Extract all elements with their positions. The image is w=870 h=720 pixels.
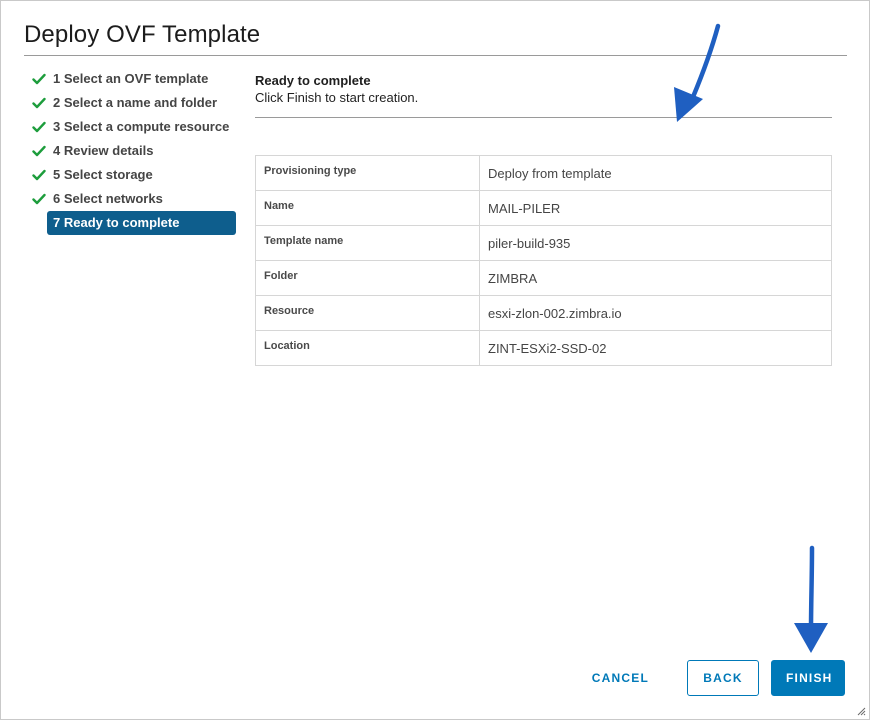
check-icon [32,121,46,133]
table-row: Resource esxi-zlon-002.zimbra.io [255,295,832,331]
step-label: 7 Ready to complete [53,215,180,230]
step-label: 1 Select an OVF template [53,71,209,86]
summary-key: Name [255,190,480,226]
back-button[interactable]: BACK [687,660,759,696]
table-row: Template name piler-build-935 [255,225,832,261]
step-select-networks[interactable]: 6 Select networks [29,187,239,211]
dialog-title: Deploy OVF Template [24,21,261,48]
step-label: 4 Review details [53,143,154,158]
summary-key: Resource [255,295,480,331]
summary-key: Location [255,330,480,366]
summary-key: Template name [255,225,480,261]
summary-key: Provisioning type [255,155,480,191]
title-divider [24,55,847,56]
deploy-ovf-dialog: Deploy OVF Template 1 Select an OVF temp… [0,0,870,720]
content-heading: Ready to complete [255,73,371,88]
cancel-button[interactable]: CANCEL [578,660,663,696]
summary-value: MAIL-PILER [479,190,832,226]
summary-key: Folder [255,260,480,296]
table-row: Folder ZIMBRA [255,260,832,296]
step-select-compute-resource[interactable]: 3 Select a compute resource [29,115,239,139]
check-icon [32,73,46,85]
step-select-storage[interactable]: 5 Select storage [29,163,239,187]
dialog-footer: CANCEL BACK FINISH [578,660,845,696]
table-row: Provisioning type Deploy from template [255,155,832,191]
check-icon [32,193,46,205]
check-icon [32,145,46,157]
table-row: Location ZINT-ESXi2-SSD-02 [255,330,832,366]
summary-value: ZIMBRA [479,260,832,296]
resize-grip-icon[interactable] [856,706,866,716]
summary-value: Deploy from template [479,155,832,191]
check-icon [32,169,46,181]
check-icon [32,97,46,109]
summary-value: ZINT-ESXi2-SSD-02 [479,330,832,366]
step-label: 5 Select storage [53,167,153,182]
summary-table: Provisioning type Deploy from template N… [255,155,832,366]
step-label: 2 Select a name and folder [53,95,218,110]
summary-value: esxi-zlon-002.zimbra.io [479,295,832,331]
step-ready-to-complete[interactable]: 7 Ready to complete [47,211,236,235]
table-row: Name MAIL-PILER [255,190,832,226]
arrow-annotation-icon [794,545,828,653]
content-subtitle: Click Finish to start creation. [255,90,419,105]
step-label: 3 Select a compute resource [53,119,230,134]
content-pane: Ready to complete Click Finish to start … [255,67,832,366]
summary-value: piler-build-935 [479,225,832,261]
step-select-ovf-template[interactable]: 1 Select an OVF template [29,67,239,91]
content-divider [255,117,832,118]
step-review-details[interactable]: 4 Review details [29,139,239,163]
step-label: 6 Select networks [53,191,163,206]
finish-button[interactable]: FINISH [771,660,845,696]
wizard-steps: 1 Select an OVF template 2 Select a name… [29,67,239,235]
step-select-name-folder[interactable]: 2 Select a name and folder [29,91,239,115]
